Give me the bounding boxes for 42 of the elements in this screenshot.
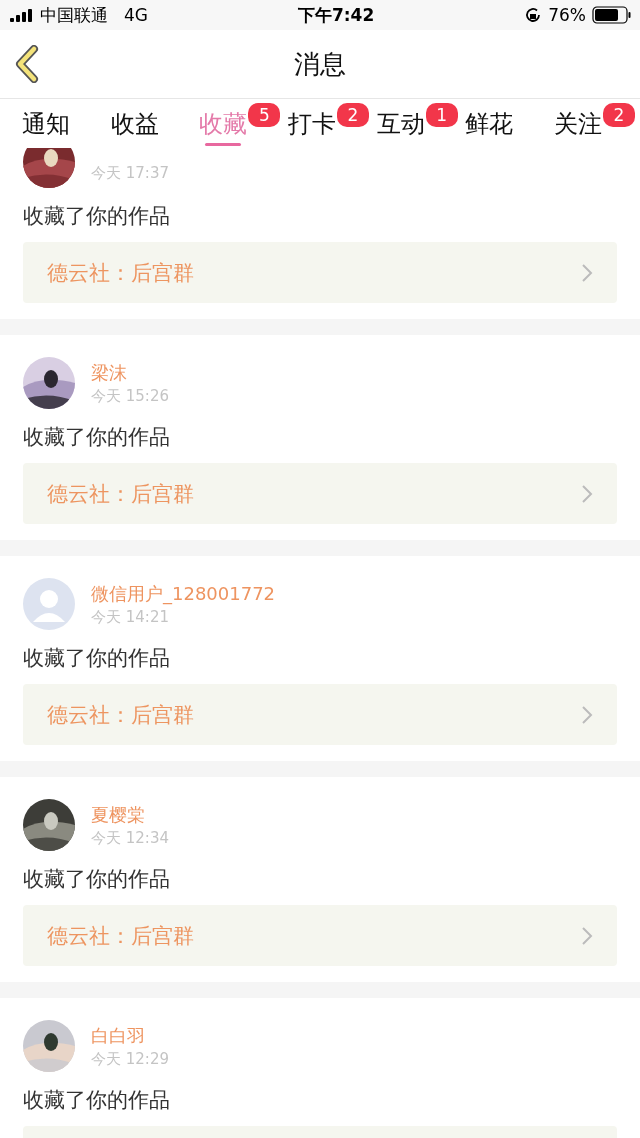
chevron-icon [581,925,593,946]
count-badge: 1 [425,103,458,127]
chevron-icon [581,262,593,283]
message-time: 今天 15:26 [91,386,169,406]
rotation-lock-icon [524,6,543,24]
message-text: 收藏了你的作品 [23,866,171,893]
work-link[interactable]: 德云社：后宫群 [23,242,617,303]
page-title: 消息 [294,47,346,81]
battery-icon [592,6,632,24]
work-link[interactable]: 德云社：后宫群 [23,463,617,524]
message-time: 今天 14:21 [91,607,170,627]
tab[interactable]: 互动 [376,107,425,140]
chevron-icon [581,704,593,725]
count-badge: 5 [248,103,281,127]
message-text: 收藏了你的作品 [23,424,171,451]
clock: 下午7:42 [297,3,375,27]
network-type: 4G [124,5,148,25]
work-link[interactable]: 德云社：后宫群 [23,684,617,745]
carrier-name: 中国联通 [40,3,108,27]
signal-icon [10,8,34,22]
tab[interactable]: 打卡 [287,107,336,140]
user-name[interactable]: 夏樱棠 [91,802,169,827]
message-time: 今天 12:34 [91,828,169,848]
user-name[interactable]: 梁沫 [91,360,169,385]
work-link[interactable]: 德云社：后宫群 [23,905,617,966]
tab[interactable]: 鲜花 [465,107,514,140]
message-time: 今天 12:29 [91,1049,169,1069]
count-badge: 2 [336,103,369,127]
message-text: 收藏了你的作品 [23,1087,171,1114]
message-text: 收藏了你的作品 [23,203,171,230]
battery-percent: 76% [548,5,586,25]
tab[interactable]: 关注 [553,107,602,140]
message-time: 今天 17:37 [91,164,169,183]
count-badge: 2 [602,103,635,127]
tab[interactable]: 收藏 [199,107,248,140]
avatar-icon [23,578,75,630]
message-text: 收藏了你的作品 [23,645,171,672]
tab[interactable]: 通知 [22,107,70,140]
chevron-icon [581,483,593,504]
tab[interactable]: 收益 [110,107,159,140]
user-name[interactable]: 白白羽 [91,1023,169,1048]
user-name[interactable]: 微信用户_128001772 [91,581,276,606]
